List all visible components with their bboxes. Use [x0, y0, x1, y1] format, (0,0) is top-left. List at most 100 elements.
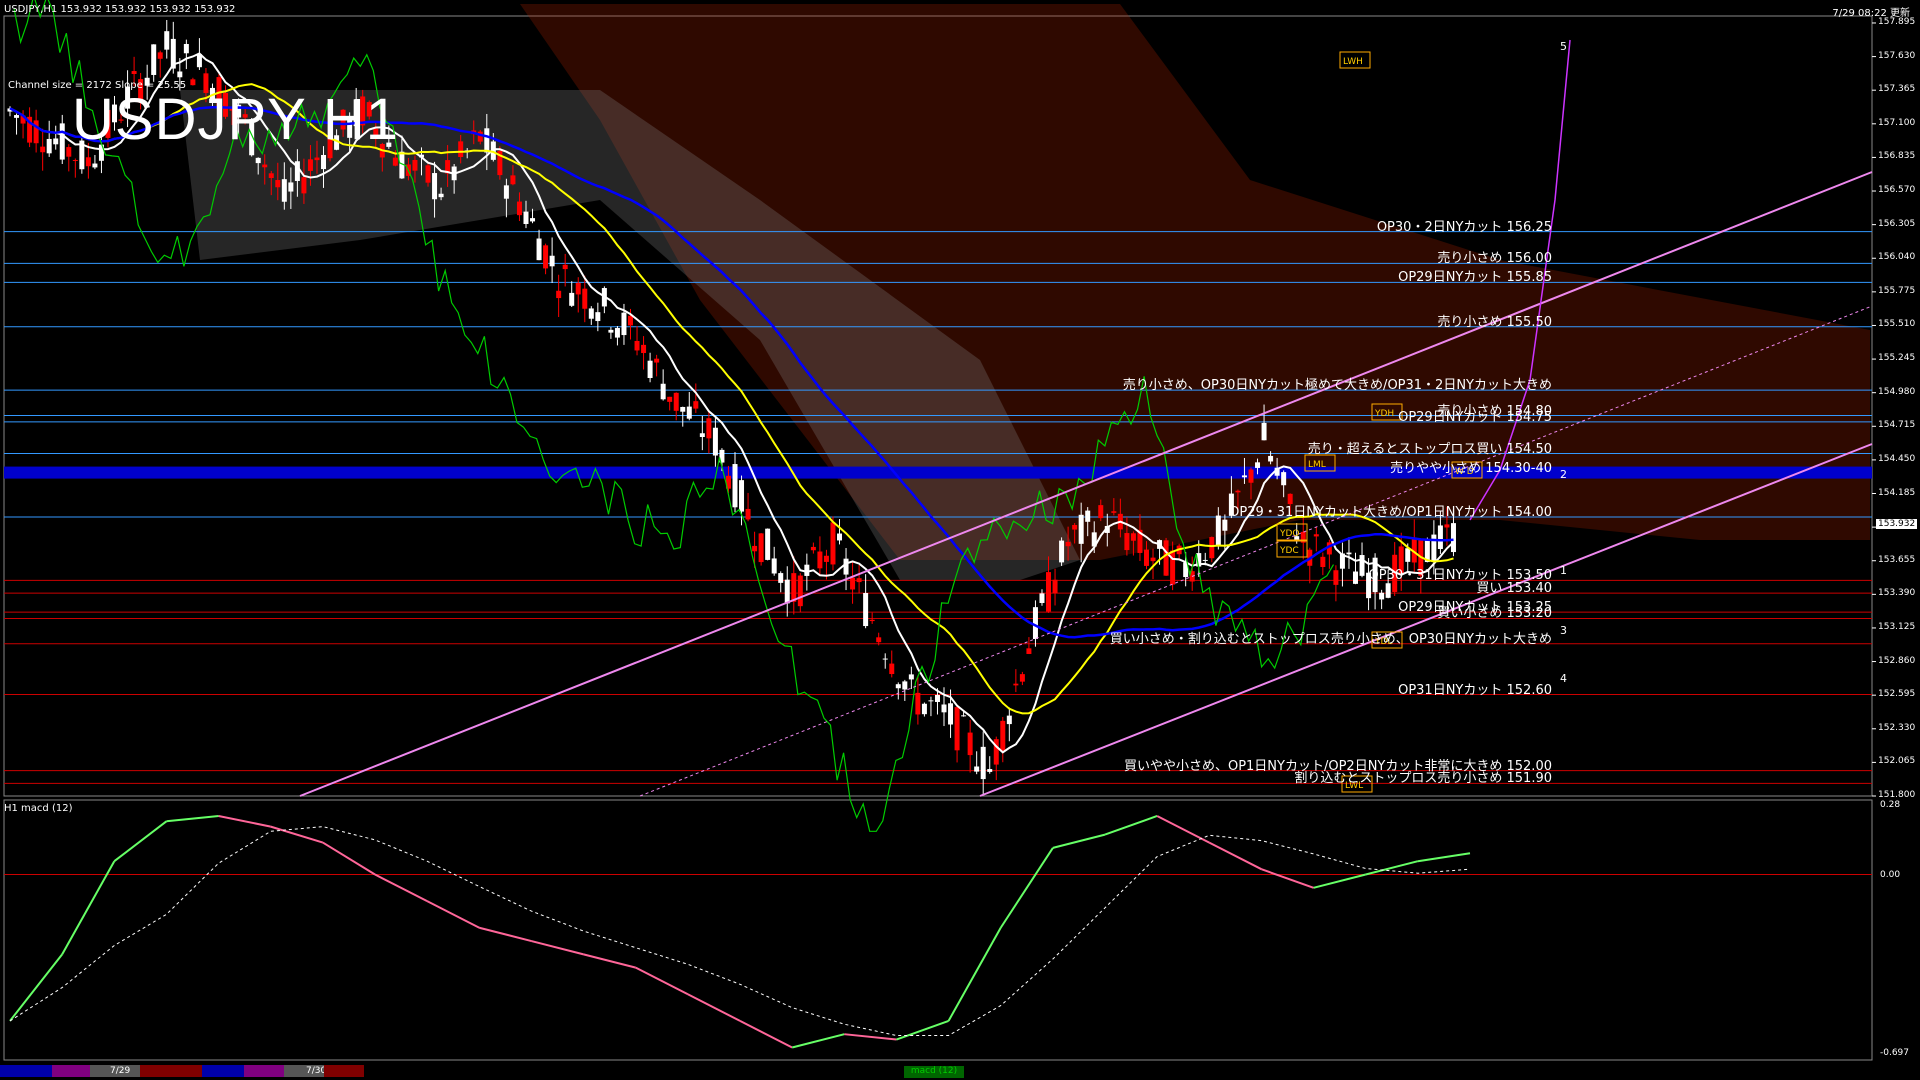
- candle-body: [1281, 472, 1287, 486]
- candle-body: [921, 703, 927, 715]
- candle-body: [412, 159, 418, 171]
- price-tick-label: 152.065: [1878, 756, 1916, 767]
- macd-segment: [896, 1019, 949, 1041]
- price-tick-label: 157.365: [1878, 84, 1916, 95]
- candle-body: [432, 173, 438, 200]
- candle-body: [14, 115, 20, 118]
- candle-body: [908, 674, 914, 680]
- level-label: OP29・31日NYカット大きめ/OP1日NYカット 154.00: [1229, 504, 1552, 520]
- price-tick-label: 156.570: [1878, 185, 1916, 196]
- candle-body: [59, 123, 65, 160]
- chart-canvas: LWHYDHLMLYDOYDCYDLLWLW D12345: [3, 0, 1876, 1061]
- candle-body: [699, 433, 705, 438]
- candle-body: [484, 128, 490, 153]
- price-tick-label: 156.040: [1878, 252, 1916, 263]
- level-label: 買い 153.40: [1476, 581, 1552, 597]
- macd-segment: [113, 820, 168, 863]
- box-label: LML: [1308, 460, 1326, 470]
- period-block[interactable]: [0, 1065, 52, 1077]
- candle-body: [1098, 505, 1104, 519]
- period-block[interactable]: [244, 1065, 284, 1077]
- candle-body: [556, 290, 562, 299]
- candle-body: [66, 147, 72, 157]
- macd-segment: [1104, 815, 1158, 836]
- period-block[interactable]: [140, 1065, 202, 1077]
- period-block[interactable]: [202, 1065, 244, 1077]
- candle-body: [92, 163, 98, 168]
- timeframe-bar: 7/29 7/30 macd (12): [0, 1063, 1920, 1080]
- candle-body: [1261, 422, 1267, 441]
- wave-label: 2: [1560, 468, 1567, 481]
- candle-body: [667, 396, 673, 402]
- candle-body: [745, 508, 751, 520]
- candle-body: [869, 619, 875, 622]
- candle-body: [712, 427, 718, 456]
- macd-segment: [166, 814, 219, 823]
- price-tick-label: 153.655: [1878, 554, 1916, 565]
- candle-body: [1352, 571, 1358, 584]
- candle-body: [1248, 469, 1254, 483]
- candle-body: [503, 185, 509, 199]
- candle-body: [1019, 674, 1025, 682]
- candle-body: [1437, 525, 1443, 549]
- candle-body: [46, 138, 52, 154]
- price-tick-label: 151.800: [1878, 790, 1916, 800]
- candle-body: [1255, 462, 1261, 468]
- candle-body: [1431, 534, 1437, 562]
- candle-body: [588, 308, 594, 319]
- candle-body: [72, 159, 78, 161]
- macd-tab[interactable]: macd (12): [904, 1066, 964, 1078]
- macd-segment: [531, 940, 584, 956]
- price-tick-label: 156.305: [1878, 218, 1916, 229]
- candle-body: [40, 146, 46, 153]
- macd-segment: [1208, 841, 1262, 871]
- candle-body: [660, 383, 666, 400]
- candle-body: [1379, 592, 1385, 600]
- macd-segment: [844, 1033, 897, 1041]
- candle-body: [686, 406, 692, 419]
- candle-body: [621, 312, 627, 336]
- period-block[interactable]: [52, 1065, 90, 1077]
- candle-body: [1215, 515, 1221, 547]
- candle-body: [1313, 534, 1319, 537]
- level-label: 割り込むとストップロス売り小さめ 151.90: [1294, 771, 1552, 787]
- candle-body: [954, 707, 960, 751]
- period-block[interactable]: [324, 1065, 364, 1077]
- macd-segment: [999, 847, 1054, 929]
- macd-segment: [1261, 868, 1314, 889]
- price-tick-label: 156.835: [1878, 151, 1916, 162]
- candle-body: [1222, 519, 1228, 531]
- candle-body: [549, 255, 555, 267]
- level-label: 売り小さめ 155.50: [1437, 314, 1552, 330]
- candle-body: [288, 182, 294, 192]
- macd-signal-line: [9, 826, 1471, 1036]
- candle-body: [823, 555, 829, 562]
- candle-body: [569, 292, 575, 306]
- candle-body: [510, 175, 516, 185]
- candle-body: [771, 558, 777, 574]
- level-label: OP30・2日NYカット 156.25: [1376, 219, 1552, 235]
- candle-body: [85, 157, 91, 167]
- candle-body: [1124, 533, 1130, 551]
- price-tick-label: 152.330: [1878, 722, 1916, 733]
- candle-body: [1209, 537, 1215, 559]
- price-tick-label: 152.595: [1878, 689, 1916, 700]
- macd-zero-label: 0.00: [1880, 870, 1901, 880]
- level-band: [4, 466, 1872, 479]
- candle-body: [948, 703, 954, 725]
- candle-body: [889, 663, 895, 675]
- candle-body: [791, 573, 797, 602]
- price-tick-label: 154.715: [1878, 420, 1916, 431]
- candle-body: [967, 732, 973, 756]
- candle-body: [523, 211, 529, 225]
- price-tick-label: 157.100: [1878, 117, 1916, 128]
- candle-body: [784, 579, 790, 604]
- candle-body: [281, 179, 287, 202]
- level-label: 売りやや小さめ 154.30-40: [1390, 460, 1552, 476]
- candle-body: [177, 71, 183, 78]
- candle-body: [902, 681, 908, 690]
- symbol-info: USDJPY,H1 153.932 153.932 153.932 153.93…: [4, 4, 236, 15]
- candle-body: [582, 288, 588, 309]
- candle-body: [275, 180, 281, 188]
- candle-body: [1059, 540, 1065, 563]
